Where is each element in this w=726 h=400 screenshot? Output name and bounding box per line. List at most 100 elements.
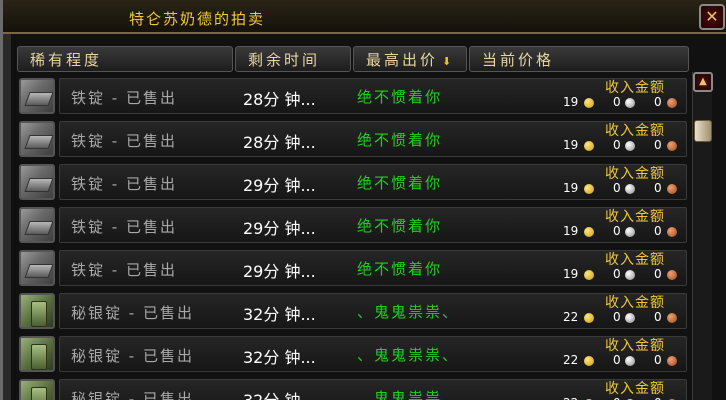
iron-ingot-icon[interactable] — [19, 207, 55, 243]
auction-row[interactable]: 铁锭 - 已售出 28分 钟... 绝不惯着你 收入金额 19 0 0 — [17, 76, 687, 116]
copper-amount: 0 — [654, 267, 662, 281]
silver-coin-icon — [625, 270, 635, 280]
income-label: 收入金额 — [605, 295, 665, 311]
high-bidder: 、鬼鬼祟祟、 — [357, 346, 460, 364]
silver-coin-icon — [625, 184, 635, 194]
time-left: 28分 钟... — [243, 133, 316, 152]
auction-row[interactable]: 铁锭 - 已售出 28分 钟... 绝不惯着你 收入金额 19 0 0 — [17, 119, 687, 159]
income-label: 收入金额 — [605, 381, 665, 397]
column-header-row: 稀有程度 剩余时间 最高出价 ⬇ 当前价格 — [17, 46, 689, 72]
item-name: 铁锭 - 已售出 — [71, 261, 177, 279]
copper-amount: 0 — [654, 310, 662, 324]
copper-coin-icon — [667, 227, 677, 237]
high-bidder: 、鬼鬼祟祟、 — [357, 389, 460, 400]
copper-coin-icon — [667, 356, 677, 366]
scroll-up-button[interactable]: ▲ — [693, 72, 713, 92]
auction-row[interactable]: 秘银锭 - 已售出 32分 钟... 、鬼鬼祟祟、 收入金额 22 0 0 — [17, 291, 687, 331]
column-header-high-bid[interactable]: 最高出价 ⬇ — [353, 46, 467, 72]
silver-amount: 0 — [613, 181, 621, 195]
high-bidder: 绝不惯着你 — [357, 174, 443, 192]
income-label: 收入金额 — [605, 252, 665, 268]
copper-amount: 0 — [654, 396, 662, 400]
auction-window: 特仑苏奶德的拍卖 ✕ 稀有程度 剩余时间 最高出价 ⬇ 当前价格 铁锭 - 已售出… — [0, 0, 726, 400]
gold-amount: 19 — [563, 138, 579, 152]
time-left: 32分 钟... — [243, 348, 316, 367]
silver-amount: 0 — [613, 396, 621, 400]
mithril-ingot-icon[interactable] — [19, 293, 55, 329]
silver-coin-icon — [625, 227, 635, 237]
high-bidder: 绝不惯着你 — [357, 88, 443, 106]
window-frame — [3, 34, 11, 400]
silver-amount: 0 — [613, 224, 621, 238]
copper-coin-icon — [667, 98, 677, 108]
gold-amount: 22 — [563, 353, 579, 367]
scroll-thumb[interactable] — [694, 120, 712, 142]
income-label: 收入金额 — [605, 166, 665, 182]
auction-row[interactable]: 秘银锭 - 已售出 32分 钟... 、鬼鬼祟祟、 收入金额 22 0 0 — [17, 377, 687, 400]
auction-row[interactable]: 铁锭 - 已售出 29分 钟... 绝不惯着你 收入金额 19 0 0 — [17, 162, 687, 202]
income-label: 收入金额 — [605, 80, 665, 96]
silver-amount: 0 — [613, 95, 621, 109]
income-label: 收入金额 — [605, 123, 665, 139]
column-header-current-price-label: 当前价格 — [482, 51, 555, 69]
item-name: 铁锭 - 已售出 — [71, 132, 177, 150]
gold-amount: 19 — [563, 95, 579, 109]
gold-coin-icon — [584, 356, 594, 366]
gold-coin-icon — [584, 184, 594, 194]
copper-amount: 0 — [654, 95, 662, 109]
column-header-time-left-label: 剩余时间 — [248, 51, 321, 69]
auction-row[interactable]: 铁锭 - 已售出 29分 钟... 绝不惯着你 收入金额 19 0 0 — [17, 205, 687, 245]
high-bidder: 绝不惯着你 — [357, 217, 443, 235]
income-label: 收入金额 — [605, 338, 665, 354]
copper-amount: 0 — [654, 224, 662, 238]
silver-coin-icon — [625, 313, 635, 323]
auction-row[interactable]: 秘银锭 - 已售出 32分 钟... 、鬼鬼祟祟、 收入金额 22 0 0 — [17, 334, 687, 374]
gold-amount: 19 — [563, 224, 579, 238]
copper-coin-icon — [667, 184, 677, 194]
iron-ingot-icon[interactable] — [19, 250, 55, 286]
column-header-current-price[interactable]: 当前价格 — [469, 46, 689, 72]
income-label: 收入金额 — [605, 209, 665, 225]
auction-row[interactable]: 铁锭 - 已售出 29分 钟... 绝不惯着你 收入金额 19 0 0 — [17, 248, 687, 288]
scrollbar[interactable]: ▲ — [692, 72, 713, 400]
mithril-ingot-icon[interactable] — [19, 336, 55, 372]
gold-coin-icon — [584, 270, 594, 280]
copper-coin-icon — [667, 141, 677, 151]
time-left: 28分 钟... — [243, 90, 316, 109]
item-name: 秘银锭 - 已售出 — [71, 347, 194, 365]
iron-ingot-icon[interactable] — [19, 78, 55, 114]
item-name: 秘银锭 - 已售出 — [71, 304, 194, 322]
gold-amount: 22 — [563, 396, 578, 400]
copper-coin-icon — [667, 270, 677, 280]
silver-amount: 0 — [613, 267, 621, 281]
silver-coin-icon — [625, 356, 635, 366]
close-button[interactable]: ✕ — [699, 4, 725, 30]
gold-coin-icon — [584, 313, 594, 323]
high-bidder: 绝不惯着你 — [357, 131, 443, 149]
column-header-rarity-label: 稀有程度 — [30, 51, 103, 69]
time-left: 29分 钟... — [243, 176, 316, 195]
column-header-time-left[interactable]: 剩余时间 — [235, 46, 351, 72]
item-name: 铁锭 - 已售出 — [71, 175, 177, 193]
high-bidder: 绝不惯着你 — [357, 260, 443, 278]
column-header-rarity[interactable]: 稀有程度 — [17, 46, 233, 72]
item-name: 铁锭 - 已售出 — [71, 218, 177, 236]
sort-arrow-icon: ⬇ — [442, 55, 455, 68]
iron-ingot-icon[interactable] — [19, 121, 55, 157]
time-left: 29分 钟... — [243, 219, 316, 238]
window-title: 特仑苏奶德的拍卖 — [129, 10, 266, 28]
time-left: 32分 钟... — [243, 387, 316, 400]
mithril-ingot-icon[interactable] — [19, 379, 55, 400]
item-name: 铁锭 - 已售出 — [71, 89, 177, 107]
silver-coin-icon — [625, 98, 635, 108]
gold-amount: 19 — [563, 181, 579, 195]
gold-coin-icon — [584, 141, 594, 151]
high-bidder: 、鬼鬼祟祟、 — [357, 303, 460, 321]
gold-coin-icon — [584, 227, 594, 237]
copper-amount: 0 — [654, 181, 662, 195]
copper-amount: 0 — [654, 138, 662, 152]
iron-ingot-icon[interactable] — [19, 164, 55, 200]
item-name: 秘银锭 - 已售出 — [71, 390, 194, 400]
gold-amount: 19 — [563, 267, 579, 281]
column-header-high-bid-label: 最高出价 — [366, 51, 439, 69]
